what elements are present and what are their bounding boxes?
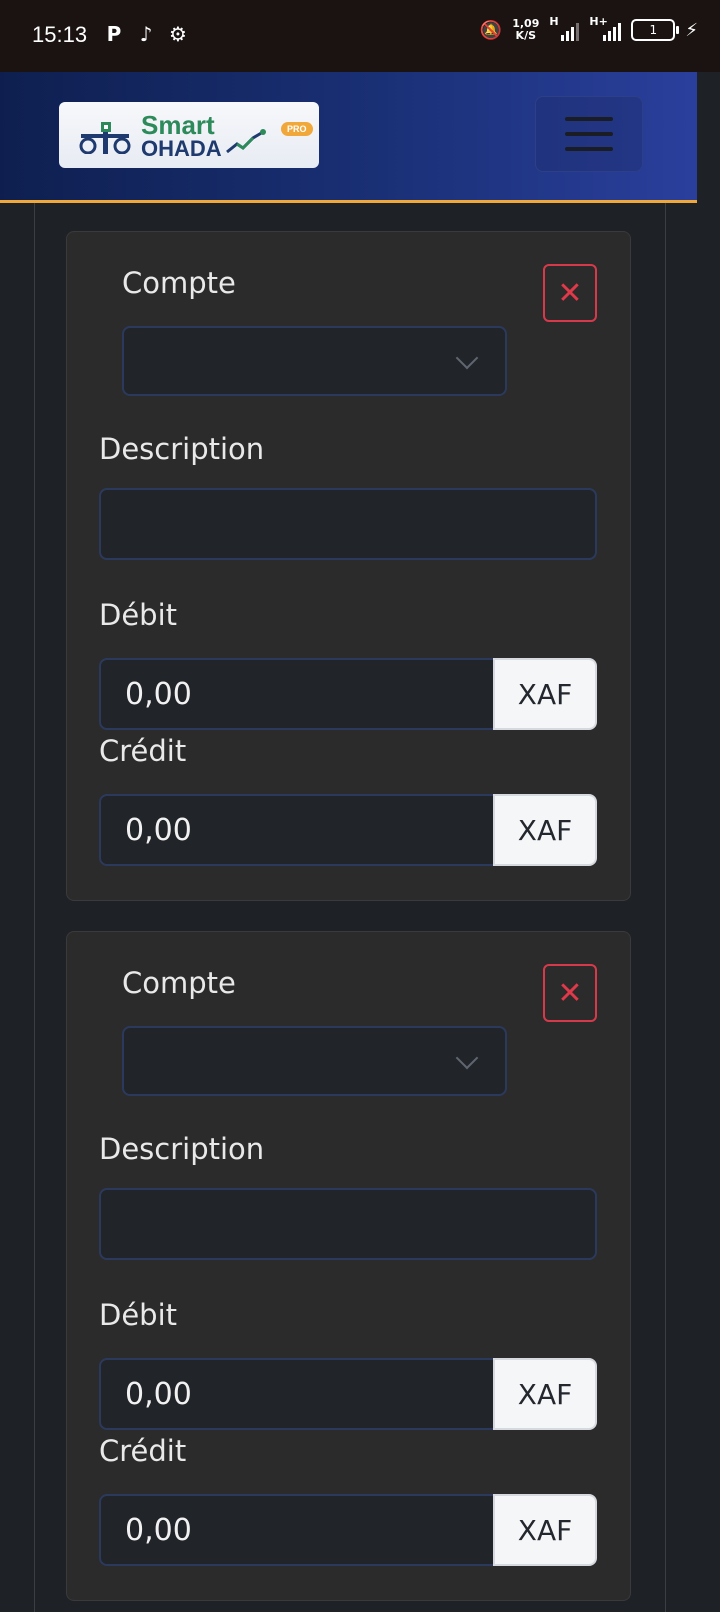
credit-input-group: 0,00 XAF: [99, 794, 597, 866]
account-select[interactable]: [122, 326, 507, 396]
android-icon: ⚙: [169, 22, 187, 46]
credit-input[interactable]: 0,00: [99, 1494, 493, 1566]
parking-app-icon: P: [106, 22, 122, 46]
entry-card: Compte ✕ Description Débit 0,00 XAF Créd…: [66, 231, 631, 901]
credit-input-group: 0,00 XAF: [99, 1494, 597, 1566]
scales-logo-icon: [79, 122, 131, 154]
debit-input-group: 0,00 XAF: [99, 1358, 597, 1430]
signal-2-icon: H+: [589, 15, 622, 41]
brand-logo[interactable]: Smart OHADA PRO: [59, 102, 319, 168]
close-icon: ✕: [557, 975, 583, 1011]
app-header: Smart OHADA PRO: [0, 72, 697, 203]
network-speed: 1,09 K/S: [512, 18, 539, 42]
notification-icons: P ♪ ⚙: [104, 22, 188, 46]
pro-badge: PRO: [281, 122, 313, 136]
credit-label: Crédit: [99, 734, 187, 768]
network-speed-unit: K/S: [515, 29, 537, 42]
credit-currency: XAF: [493, 1494, 597, 1566]
mute-bell-icon: 🔕: [479, 19, 503, 41]
credit-input[interactable]: 0,00: [99, 794, 493, 866]
debit-input-group: 0,00 XAF: [99, 658, 597, 730]
network-type-1: H: [549, 15, 559, 28]
status-bar: 15:13 P ♪ ⚙ 🔕 1,09 K/S H H+ 1 ⚡: [0, 0, 720, 72]
brand-name-line2: OHADA: [141, 136, 222, 161]
account-select[interactable]: [122, 1026, 507, 1096]
chevron-down-icon: [455, 1046, 479, 1070]
trend-up-icon: [226, 129, 266, 154]
hamburger-icon-bar: [565, 147, 613, 151]
charging-icon: ⚡: [685, 19, 698, 41]
remove-entry-button[interactable]: ✕: [543, 264, 597, 322]
account-label: Compte: [122, 266, 236, 300]
description-label: Description: [99, 1132, 265, 1166]
debit-currency: XAF: [493, 1358, 597, 1430]
status-time: 15:13: [32, 22, 88, 47]
debit-currency: XAF: [493, 658, 597, 730]
tiktok-icon: ♪: [139, 22, 153, 46]
credit-currency: XAF: [493, 794, 597, 866]
description-label: Description: [99, 432, 265, 466]
hamburger-icon: [565, 117, 613, 121]
chevron-down-icon: [455, 346, 479, 370]
description-input[interactable]: [99, 1188, 597, 1260]
credit-label: Crédit: [99, 1434, 187, 1468]
close-icon: ✕: [557, 275, 583, 311]
account-label: Compte: [122, 966, 236, 1000]
signal-1-icon: H: [549, 15, 580, 41]
battery-icon: 1: [631, 19, 680, 41]
debit-input[interactable]: 0,00: [99, 658, 493, 730]
battery-level: 1: [649, 23, 658, 37]
hamburger-icon-bar: [565, 132, 613, 136]
entry-card: Compte ✕ Description Débit 0,00 XAF Créd…: [66, 931, 631, 1601]
status-right: 🔕 1,09 K/S H H+ 1 ⚡: [479, 15, 698, 42]
debit-input[interactable]: 0,00: [99, 1358, 493, 1430]
menu-toggle-button[interactable]: [535, 96, 643, 172]
debit-label: Débit: [99, 1298, 178, 1332]
debit-label: Débit: [99, 598, 178, 632]
remove-entry-button[interactable]: ✕: [543, 964, 597, 1022]
description-input[interactable]: [99, 488, 597, 560]
network-type-2: H+: [589, 15, 608, 28]
